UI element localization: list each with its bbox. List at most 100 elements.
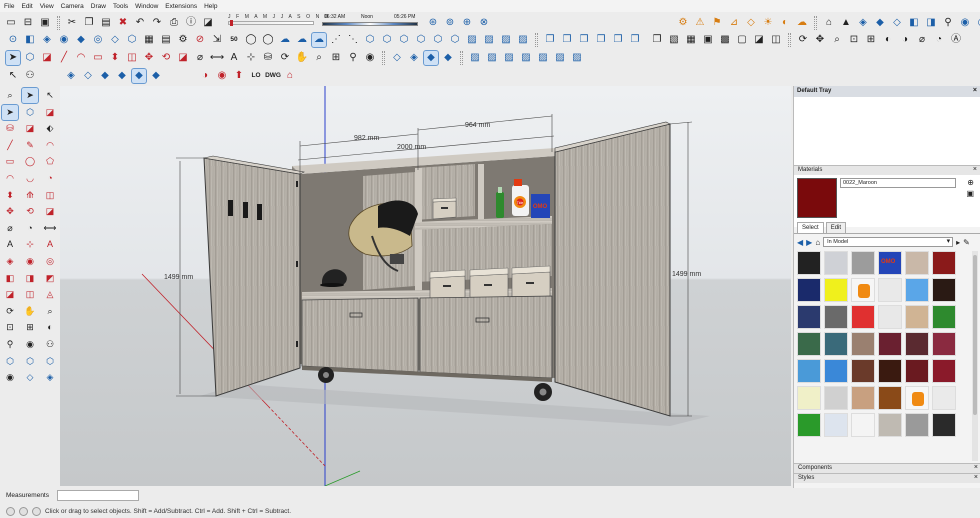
zoom-icon[interactable]: ⌕: [2, 88, 18, 103]
toolbar-grip[interactable]: [788, 33, 791, 47]
intersect-icon[interactable]: ◎: [42, 254, 58, 269]
dim-left-height[interactable]: 1499 mm: [164, 274, 193, 281]
material-swatch[interactable]: [851, 305, 875, 329]
walk-icon[interactable]: ⚲: [941, 16, 955, 30]
new-file-icon[interactable]: ▭: [4, 16, 18, 30]
offset-tool-icon[interactable]: ◫: [125, 51, 139, 65]
material-swatch[interactable]: OMO: [878, 251, 902, 275]
circle-icon[interactable]: ◯: [22, 154, 38, 169]
sandbox-3-icon[interactable]: ▨: [502, 51, 516, 65]
diamond-icon[interactable]: ◇: [744, 16, 758, 30]
settings-icon[interactable]: ⚙: [176, 33, 190, 47]
shape6-icon[interactable]: ◬: [42, 287, 58, 302]
walk-tool-icon[interactable]: ⚲: [346, 51, 360, 65]
dim-right-height[interactable]: 1499 mm: [672, 271, 701, 278]
material-swatch[interactable]: [932, 413, 956, 437]
flag-icon[interactable]: ⚑: [710, 16, 724, 30]
forward-icon[interactable]: ▶: [806, 238, 812, 247]
sandbox3-icon[interactable]: ⬡: [42, 354, 58, 369]
select-icon[interactable]: ➤: [5, 50, 21, 66]
toolbar-grip[interactable]: [535, 33, 538, 47]
material-swatch[interactable]: [932, 332, 956, 356]
xray-icon[interactable]: ◇: [390, 51, 404, 65]
geolocation-icon[interactable]: [6, 507, 15, 516]
layout-icon[interactable]: ◑: [198, 69, 212, 83]
pushpull-icon[interactable]: ⬍: [2, 188, 18, 203]
cut-icon[interactable]: ✂: [65, 16, 79, 30]
eraser-tool-icon[interactable]: ◪: [40, 51, 54, 65]
material-swatch[interactable]: [797, 386, 821, 410]
box-1-icon[interactable]: ⬡: [363, 33, 377, 47]
freehand-icon[interactable]: ✎: [22, 138, 38, 153]
layer-icon[interactable]: ◧: [23, 33, 37, 47]
style-7-icon[interactable]: ◪: [752, 33, 766, 47]
zoomext-icon[interactable]: ⊞: [22, 320, 38, 335]
copy-pane-5-icon[interactable]: ❐: [611, 33, 625, 47]
style-2-icon[interactable]: ▧: [667, 33, 681, 47]
copy-pane-4-icon[interactable]: ❐: [594, 33, 608, 47]
material-swatch[interactable]: [905, 251, 929, 275]
dim-left-width[interactable]: 982 mm: [354, 135, 379, 142]
next-view-icon[interactable]: ◑: [898, 33, 912, 47]
dwg-label[interactable]: DWG: [265, 69, 281, 83]
style-4-icon[interactable]: ▣: [701, 33, 715, 47]
view-front-icon[interactable]: ◇: [890, 16, 904, 30]
export-icon[interactable]: ◉: [215, 69, 229, 83]
back-edges-icon[interactable]: ◈: [407, 51, 421, 65]
style-5-icon[interactable]: ▩: [718, 33, 732, 47]
toolbar-grip[interactable]: [382, 51, 385, 65]
material-swatch[interactable]: [878, 278, 902, 302]
menu-help[interactable]: Help: [204, 3, 217, 10]
menu-file[interactable]: File: [4, 3, 14, 10]
tape-measure-icon[interactable]: ⌀: [193, 51, 207, 65]
material-swatch[interactable]: [905, 332, 929, 356]
box-2-icon[interactable]: ⬡: [380, 33, 394, 47]
pie-icon[interactable]: ◔: [42, 171, 58, 186]
hide-icon[interactable]: ◉: [2, 370, 18, 385]
arc3-icon[interactable]: ◡: [22, 171, 38, 186]
arrow-icon[interactable]: ↖: [6, 69, 20, 83]
home-icon[interactable]: ⌂: [815, 238, 820, 247]
save-icon[interactable]: ▣: [38, 16, 52, 30]
menu-camera[interactable]: Camera: [61, 3, 84, 10]
cube-icon[interactable]: ◆: [74, 33, 88, 47]
material-swatch[interactable]: [878, 305, 902, 329]
undo-icon[interactable]: ↶: [133, 16, 147, 30]
style-1-icon[interactable]: ❐: [650, 33, 664, 47]
material-swatch[interactable]: [851, 278, 875, 302]
warning-icon[interactable]: ⚠: [693, 16, 707, 30]
sketchup-icon[interactable]: ⊙: [6, 33, 20, 47]
material-swatch[interactable]: [932, 278, 956, 302]
offset-icon[interactable]: ◫: [42, 188, 58, 203]
sandbox-2-icon[interactable]: ▨: [485, 51, 499, 65]
style-6-icon[interactable]: ▢: [735, 33, 749, 47]
copy-pane-2-icon[interactable]: ❐: [560, 33, 574, 47]
menu-draw[interactable]: Draw: [91, 3, 106, 10]
face-style-4-icon[interactable]: ◆: [115, 69, 129, 83]
cursor-icon[interactable]: ⇲: [210, 33, 224, 47]
mesh-tool-2-icon[interactable]: ▨: [482, 33, 496, 47]
zoom2-icon[interactable]: ⌕: [42, 304, 58, 319]
material-swatch[interactable]: [932, 251, 956, 275]
view-right-icon[interactable]: ◧: [907, 16, 921, 30]
look-tool-icon[interactable]: ◉: [363, 51, 377, 65]
ruby-icon[interactable]: ◈: [40, 33, 54, 47]
shape5-icon[interactable]: ◫: [22, 287, 38, 302]
zoom-icon[interactable]: ⌕: [830, 33, 844, 47]
text-tool-icon[interactable]: Ⓐ: [949, 33, 963, 47]
material-swatch[interactable]: [932, 359, 956, 383]
axes-icon[interactable]: ⊹: [22, 237, 38, 252]
text-icon[interactable]: A: [2, 237, 18, 252]
dup-icon[interactable]: ◇: [108, 33, 122, 47]
style-8-icon[interactable]: ◫: [769, 33, 783, 47]
section-icon[interactable]: ◈: [2, 254, 18, 269]
material-swatch[interactable]: [878, 332, 902, 356]
make-component-icon[interactable]: ⬡: [22, 105, 38, 120]
dimension-icon[interactable]: ⟷: [210, 51, 224, 65]
position-camera-icon[interactable]: ◎: [975, 16, 980, 30]
sun-icon[interactable]: ☀: [761, 16, 775, 30]
toolbar-grip[interactable]: [57, 16, 60, 30]
close-icon[interactable]: ×: [973, 87, 977, 94]
material-swatch[interactable]: [905, 278, 929, 302]
material-swatch[interactable]: [878, 386, 902, 410]
